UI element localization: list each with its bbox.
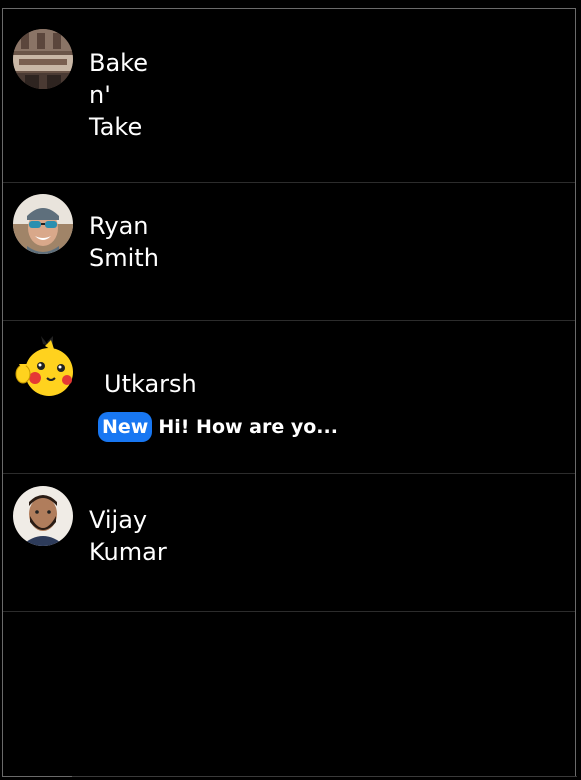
chat-name: Bake n' Take [89,49,148,141]
storefront-photo-avatar [13,29,73,89]
message-preview: New Hi! How are yo... [98,412,338,442]
message-preview-text: Hi! How are yo... [158,416,338,438]
new-badge: New [98,412,153,442]
scrollbar-track [72,776,577,777]
chat-item-bake-n-take[interactable]: Bake n' Take [3,10,575,183]
man-sunglasses-photo-avatar [13,194,73,254]
chat-list: Bake n' Take Ryan Smith Utkarsh New Hi! … [3,10,575,612]
chat-name: Vijay Kumar [89,506,167,566]
chat-name: Utkarsh [104,370,197,398]
chat-item-utkarsh[interactable]: Utkarsh New Hi! How are yo... [3,321,575,474]
pikachu-avatar [13,336,73,396]
man-beard-photo-avatar [13,486,73,546]
chat-item-ryan-smith[interactable]: Ryan Smith [3,183,575,321]
chat-item-vijay-kumar[interactable]: Vijay Kumar [3,474,575,612]
chat-name: Ryan Smith [89,212,159,272]
